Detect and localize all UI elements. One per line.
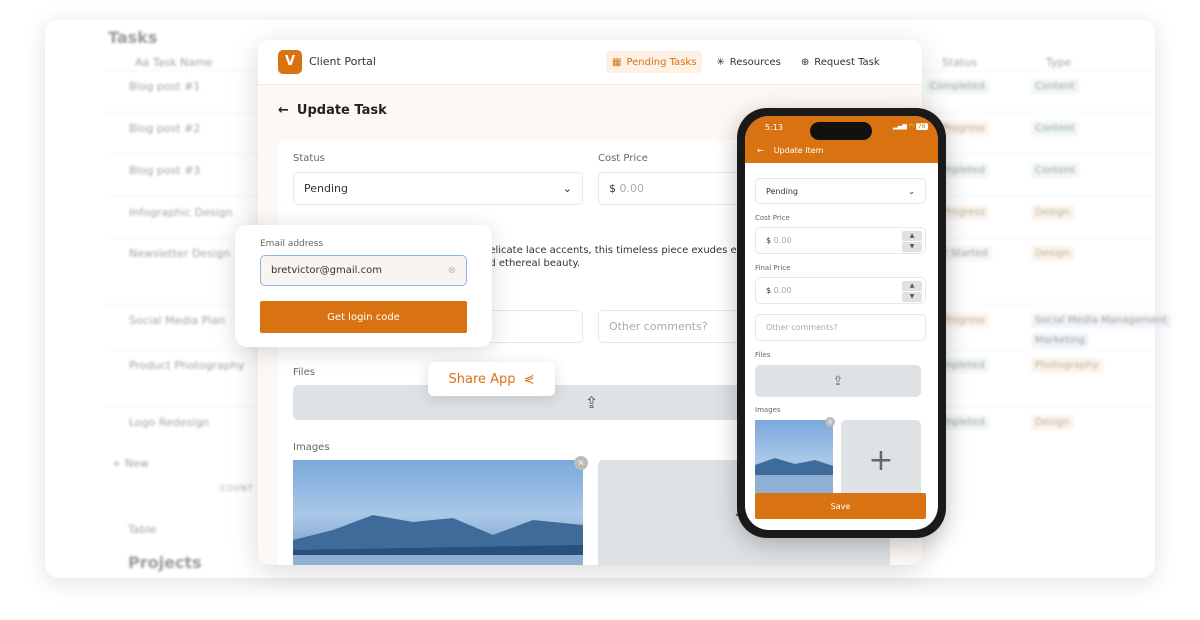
nav-pending-tasks[interactable]: ▦ Pending Tasks	[606, 51, 703, 73]
phone-cost-label: Cost Price	[755, 214, 790, 222]
phone-image-thumbnail	[755, 420, 833, 500]
phone-header: 5:13 ▂▄▆ ◠ 76 ← Update Item	[745, 116, 938, 163]
save-button[interactable]: Save	[755, 493, 926, 519]
app-title: Client Portal	[309, 55, 376, 68]
decrement-button[interactable]: ▼	[902, 242, 922, 252]
plus-icon: +	[868, 442, 894, 478]
loader-icon: ✳	[716, 56, 725, 68]
column-status: Status	[942, 56, 978, 69]
type-badge: Design	[1031, 415, 1074, 430]
remove-image-button[interactable]: ×	[574, 456, 588, 470]
upload-icon: ⇪	[584, 393, 599, 412]
phone-mockup: 5:13 ▂▄▆ ◠ 76 ← Update Item Pending ⌄ Cost…	[737, 108, 946, 538]
status-badge: Completed	[926, 79, 989, 94]
phone-final-input[interactable]: $ 0.00 ▲ ▼	[755, 277, 926, 304]
email-value: bretvictor@gmail.com	[271, 265, 382, 276]
task-name: Newsletter Design	[129, 247, 230, 260]
dynamic-island	[810, 122, 872, 140]
projects-title: Projects	[128, 553, 202, 572]
get-login-code-button[interactable]: Get login code	[260, 301, 467, 333]
phone-screen: 5:13 ▂▄▆ ◠ 76 ← Update Item Pending ⌄ Cost…	[745, 116, 938, 530]
type-badge: Design	[1031, 246, 1074, 261]
phone-cost-input[interactable]: $ 0.00 ▲ ▼	[755, 227, 926, 254]
email-input[interactable]: bretvictor@gmail.com ⊗	[260, 255, 467, 286]
task-name: Blog post #2	[129, 122, 201, 135]
upload-icon: ⇪	[832, 373, 844, 389]
type-badge: Photography	[1031, 358, 1103, 373]
login-popup: Email address bretvictor@gmail.com ⊗ Get …	[235, 225, 492, 347]
chevron-down-icon: ⌄	[562, 182, 572, 195]
status-icons: ▂▄▆ ◠ 76	[893, 123, 928, 130]
phone-title: Update Item	[773, 146, 824, 155]
page-heading: ← Update Task	[278, 103, 387, 118]
task-name: Product Photography	[129, 359, 245, 372]
tasks-title: Tasks	[108, 28, 158, 47]
status-label: Status	[293, 153, 325, 164]
count-label: COUNT	[220, 484, 254, 493]
files-label: Files	[293, 367, 315, 378]
share-icon: ⋞	[523, 371, 535, 387]
type-badge: Content	[1031, 79, 1079, 94]
portal-header: V Client Portal ▦ Pending Tasks ✳ Resource…	[258, 40, 922, 85]
new-row-button[interactable]: + New	[112, 457, 149, 470]
type-badge: Content	[1031, 163, 1079, 178]
phone-final-label: Final Price	[755, 264, 791, 272]
phone-upload-area[interactable]: ⇪	[755, 365, 921, 397]
type-badge: Content	[1031, 121, 1079, 136]
remove-image-button[interactable]: ×	[825, 417, 835, 427]
page-title: Update Task	[296, 103, 387, 118]
task-description: delicate lace accents, this timeless pie…	[483, 245, 737, 269]
type-badge: Marketing	[1031, 333, 1089, 348]
uploaded-image-thumbnail	[293, 460, 583, 565]
portal-logo: V	[278, 50, 302, 74]
decrement-button[interactable]: ▼	[902, 292, 922, 302]
phone-comments-input[interactable]: Other comments?	[755, 314, 926, 341]
phone-title-bar: ← Update Item	[757, 146, 823, 155]
type-badge: Social Media Management	[1031, 313, 1171, 328]
grid-icon: ▦	[612, 56, 622, 68]
phone-images-label: Images	[755, 406, 781, 414]
phone-status-select[interactable]: Pending ⌄	[755, 178, 926, 204]
phone-add-image-button[interactable]: +	[841, 420, 921, 500]
currency-symbol: $	[609, 182, 616, 195]
back-arrow-icon[interactable]: ←	[757, 146, 764, 155]
type-badge: Design	[1031, 205, 1074, 220]
phone-time: 5:13	[765, 123, 783, 132]
task-name: Blog post #1	[129, 80, 201, 93]
clear-icon[interactable]: ⊗	[448, 265, 456, 276]
back-arrow-icon[interactable]: ←	[278, 103, 289, 118]
cost-placeholder: 0.00	[619, 182, 645, 195]
task-name: Infographic Design	[129, 206, 233, 219]
task-name: Blog post #3	[129, 164, 201, 177]
increment-button[interactable]: ▲	[902, 231, 922, 241]
task-name: Social Media Plan	[129, 314, 226, 327]
increment-button[interactable]: ▲	[902, 281, 922, 291]
email-label: Email address	[260, 239, 324, 249]
nav-resources[interactable]: ✳ Resources	[710, 51, 786, 73]
nav-request-task[interactable]: ⊕ Request Task	[795, 51, 886, 73]
chevron-down-icon: ⌄	[908, 186, 915, 196]
column-type: Type	[1046, 56, 1072, 69]
plus-circle-icon: ⊕	[800, 56, 810, 68]
status-select[interactable]: Pending ⌄	[293, 172, 583, 205]
status-value: Pending	[304, 182, 348, 195]
images-label: Images	[293, 442, 330, 453]
column-task-name: Aa Task Name	[135, 56, 213, 69]
share-app-button[interactable]: Share App ⋞	[428, 362, 555, 396]
task-name: Logo Redesign	[129, 416, 210, 429]
cost-price-label: Cost Price	[598, 153, 648, 164]
tab-table[interactable]: Table	[128, 523, 156, 536]
phone-files-label: Files	[755, 351, 771, 359]
